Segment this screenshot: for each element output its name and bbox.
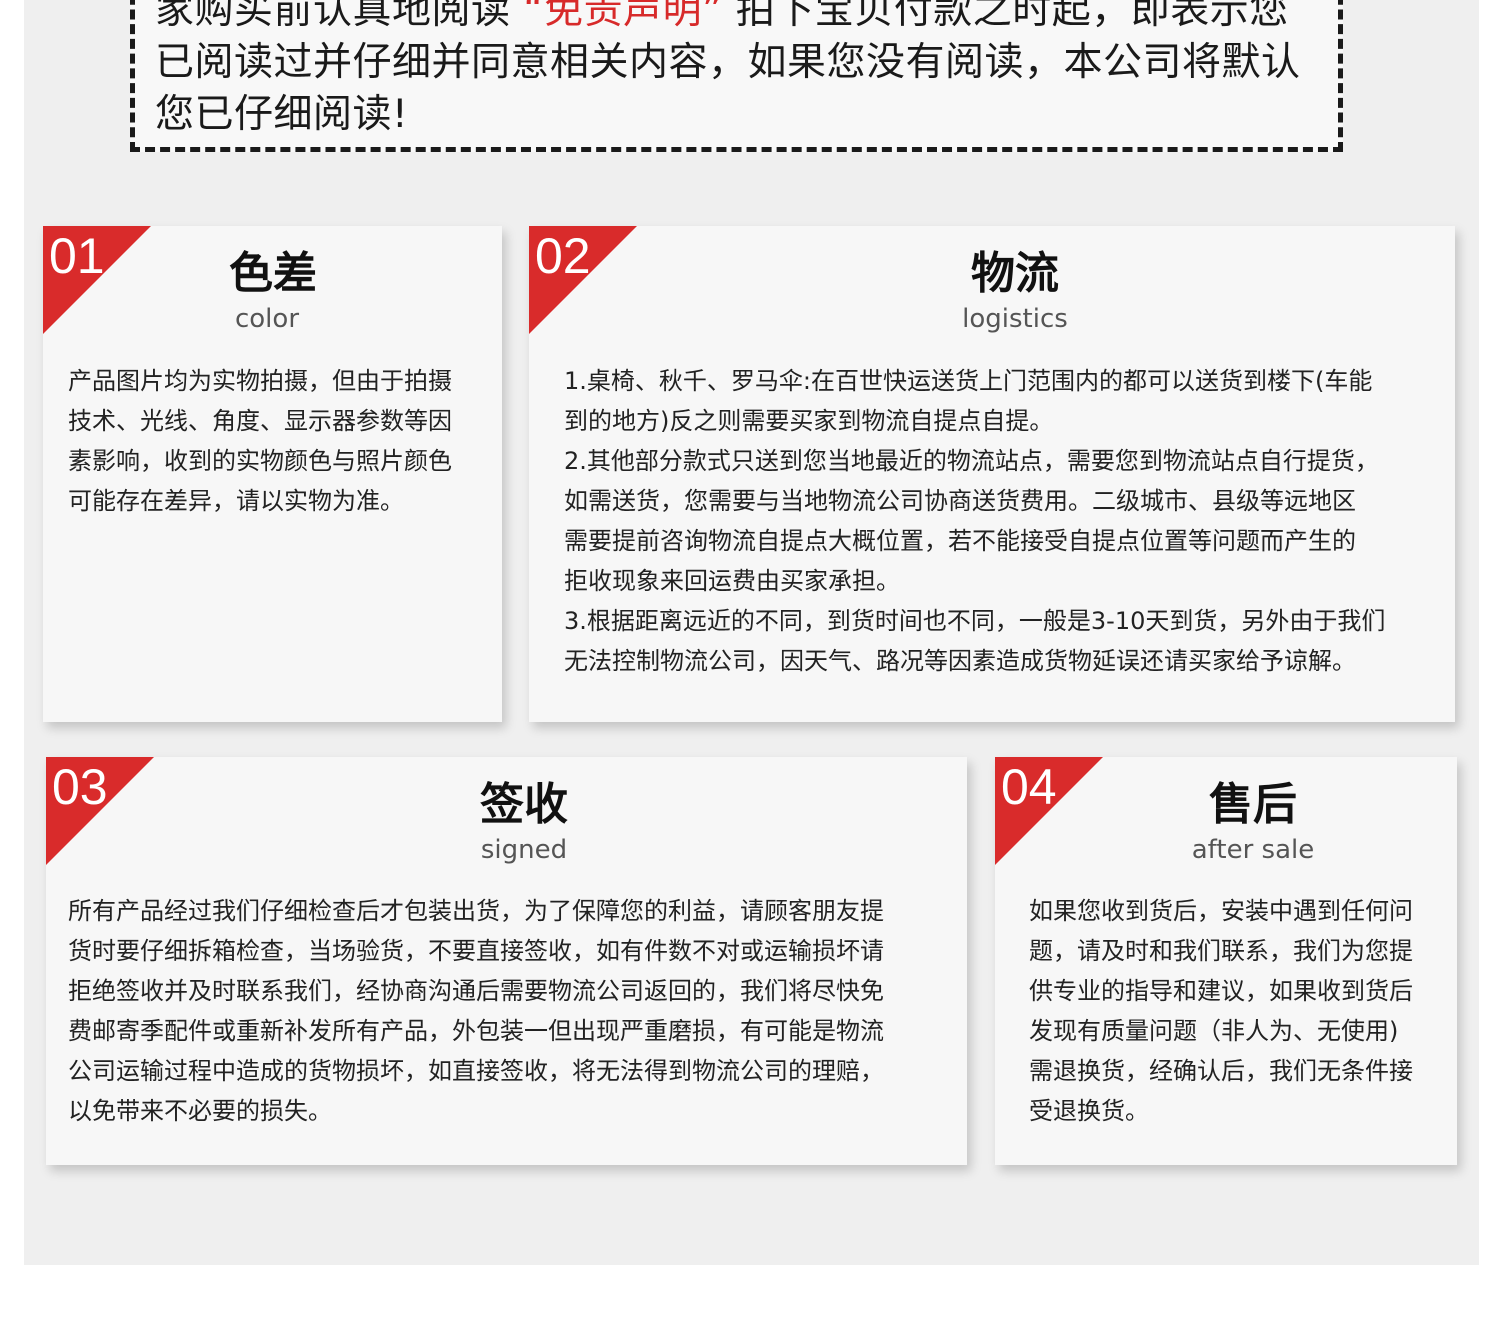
card-body: 产品图片均为实物拍摄，但由于拍摄 技术、光线、角度、显示器参数等因 素影响，收到… <box>68 361 488 521</box>
card-logistics: 02 物流 logistics 1.桌椅、秋千、罗马伞:在百世快运送货上门范围内… <box>529 226 1455 722</box>
body-line: 费邮寄季配件或重新补发所有产品，外包装一但出现严重磨损，有可能是物流 <box>68 1017 884 1045</box>
notice-line-1: 家购买前认真地阅读 “免责声明” 拍下宝贝付款之时起，即表示您 <box>155 0 1318 37</box>
body-line: 公司运输过程中造成的货物损坏，如直接签收，将无法得到物流公司的理赔， <box>68 1057 884 1085</box>
body-line: 如果您收到货后，安装中遇到任何问 <box>1029 897 1413 925</box>
body-line: 发现有质量问题（非人为、无使用) <box>1029 1017 1399 1045</box>
card-title: 签收 <box>480 779 568 830</box>
card-number: 03 <box>52 759 108 815</box>
body-line: 2.其他部分款式只送到您当地最近的物流站点，需要您到物流站点自行提货， <box>564 447 1379 475</box>
card-title: 售后 <box>1209 779 1297 830</box>
card-body: 所有产品经过我们仔细检查后才包装出货，为了保障您的利益，请顾客朋友提 货时要仔细… <box>68 891 953 1131</box>
card-subtitle: after sale <box>1191 835 1315 865</box>
disclaimer-notice-box: 家购买前认真地阅读 “免责声明” 拍下宝贝付款之时起，即表示您 已阅读过并仔细并… <box>130 0 1343 152</box>
body-line: 拒收现象来回运费由买家承担。 <box>564 567 900 595</box>
card-title: 色差 <box>229 248 317 299</box>
card-title: 物流 <box>971 248 1059 299</box>
card-body: 如果您收到货后，安装中遇到任何问 题，请及时和我们联系，我们为您提 供专业的指导… <box>1029 891 1449 1131</box>
body-line: 题，请及时和我们联系，我们为您提 <box>1029 937 1413 965</box>
body-line: 拒绝签收并及时联系我们，经协商沟通后需要物流公司返回的，我们将尽快免 <box>68 977 884 1005</box>
card-subtitle: logistics <box>962 304 1068 334</box>
body-line: 受退换货。 <box>1029 1097 1149 1125</box>
notice-highlight: “免责声明” <box>523 0 723 33</box>
card-signed: 03 签收 signed 所有产品经过我们仔细检查后才包装出货，为了保障您的利益… <box>46 757 967 1165</box>
body-line: 需要提前咨询物流自提点大概位置，若不能接受自提点位置等问题而产生的 <box>564 527 1356 555</box>
body-line: 产品图片均为实物拍摄，但由于拍摄 <box>68 367 452 395</box>
body-line: 3.根据距离远近的不同，到货时间也不同，一般是3-10天到货，另外由于我们 <box>564 607 1386 635</box>
body-line: 素影响，收到的实物颜色与照片颜色 <box>68 447 452 475</box>
body-line: 供专业的指导和建议，如果收到货后 <box>1029 977 1413 1005</box>
body-line: 可能存在差异，请以实物为准。 <box>68 487 404 515</box>
card-after-sale: 04 售后 after sale 如果您收到货后，安装中遇到任何问 题，请及时和… <box>995 757 1457 1165</box>
notice-line-2: 已阅读过并仔细并同意相关内容，如果您没有阅读，本公司将默认 <box>155 40 1301 85</box>
card-body: 1.桌椅、秋千、罗马伞:在百世快运送货上门范围内的都可以送货到楼下(车能 到的地… <box>564 361 1444 681</box>
card-color: 01 色差 color 产品图片均为实物拍摄，但由于拍摄 技术、光线、角度、显示… <box>43 226 502 722</box>
body-line: 到的地方)反之则需要买家到物流自提点自提。 <box>564 407 1054 435</box>
notice-text: 拍下宝贝付款之时起，即表示您 <box>735 0 1289 33</box>
card-number: 04 <box>1001 759 1057 815</box>
body-line: 如需送货，您需要与当地物流公司协商送货费用。二级城市、县级等远地区 <box>564 487 1356 515</box>
body-line: 无法控制物流公司，因天气、路况等因素造成货物延误还请买家给予谅解。 <box>564 647 1356 675</box>
card-number: 02 <box>535 228 591 284</box>
card-number: 01 <box>49 228 105 284</box>
notice-line-3: 您已仔细阅读! <box>155 92 409 137</box>
card-subtitle: color <box>234 304 300 334</box>
body-line: 需退换货，经确认后，我们无条件接 <box>1029 1057 1413 1085</box>
body-line: 1.桌椅、秋千、罗马伞:在百世快运送货上门范围内的都可以送货到楼下(车能 <box>564 367 1373 395</box>
body-line: 技术、光线、角度、显示器参数等因 <box>68 407 452 435</box>
body-line: 以免带来不必要的损失。 <box>68 1097 332 1125</box>
card-subtitle: signed <box>480 835 568 865</box>
notice-text: 家购买前认真地阅读 <box>155 0 511 33</box>
body-line: 货时要仔细拆箱检查，当场验货，不要直接签收，如有件数不对或运输损坏请 <box>68 937 884 965</box>
body-line: 所有产品经过我们仔细检查后才包装出货，为了保障您的利益，请顾客朋友提 <box>68 897 884 925</box>
